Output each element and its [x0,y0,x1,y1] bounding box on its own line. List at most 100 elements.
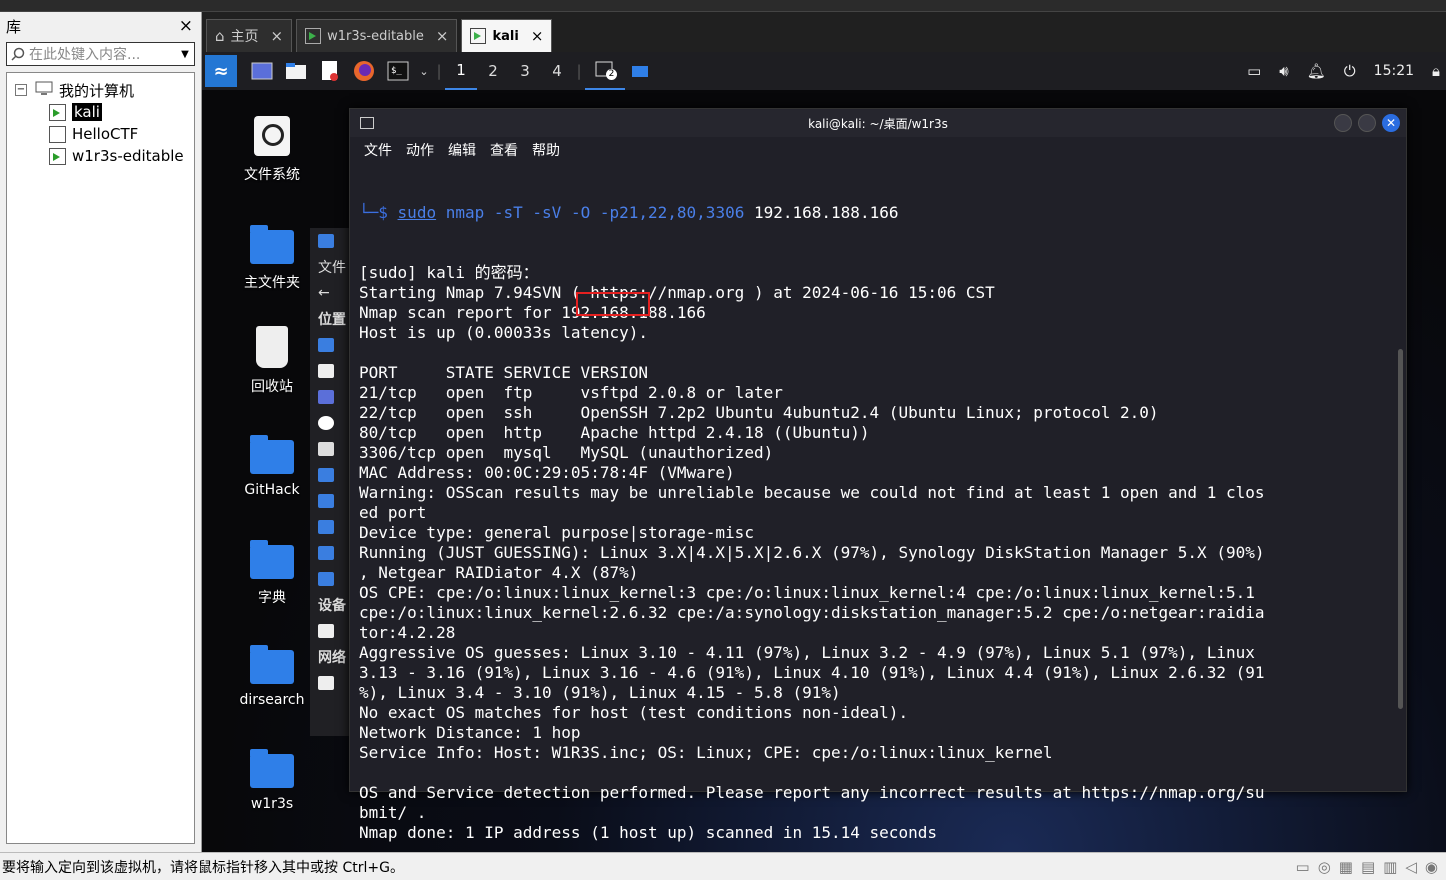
tree-item-helloctf[interactable]: HelloCTF [7,123,194,145]
close-button[interactable]: ✕ [1382,114,1400,132]
desktop-icon-label: GitHack [244,482,300,498]
desktop-icon-filesystem[interactable]: 文件系统 [222,116,322,184]
usb-icon[interactable]: ▤ [1361,858,1375,876]
desktop-icon-dict[interactable]: 字典 [222,540,322,607]
library-search-input[interactable]: 在此处键入内容... ▼ [6,42,195,66]
kali-menu-icon[interactable]: ≈ [205,55,237,87]
computer-icon [35,81,53,100]
clock[interactable]: 15:21 [1374,63,1414,79]
desktop-icon-w1r3s[interactable]: w1r3s [222,749,322,812]
menu-help[interactable]: 帮助 [532,140,560,160]
volume-icon[interactable]: 🔊︎ [1279,62,1288,80]
terminal-output[interactable]: └─$ sudo nmap -sT -sV -O -p21,22,80,3306… [350,163,1406,852]
chevron-down-icon[interactable]: ⌄ [415,52,433,90]
output-line: OS CPE: cpe:/o:linux:linux_kernel:3 cpe:… [359,583,1255,602]
output-line: Nmap done: 1 IP address (1 host up) scan… [359,823,937,842]
fm-place-item[interactable] [310,462,352,488]
tab-kali[interactable]: kali × [461,19,553,52]
cdrom-icon[interactable]: ◎ [1318,858,1331,876]
output-line: No exact OS matches for host (test condi… [359,703,909,722]
close-icon[interactable]: × [271,27,284,45]
fm-place-item[interactable] [310,514,352,540]
chevron-down-icon[interactable]: ▼ [176,49,194,60]
display-icon[interactable]: ▭ [1247,62,1261,80]
menu-edit[interactable]: 编辑 [448,140,476,160]
output-line: Network Distance: 1 hop [359,723,581,742]
taskbar-folder-button[interactable] [625,52,655,90]
fm-device-item[interactable] [310,618,352,644]
printer-icon[interactable]: ▥ [1383,858,1397,876]
fm-place-item[interactable] [310,384,352,410]
tree-item-kali[interactable]: kali [7,101,194,123]
terminal-icon [360,117,374,129]
terminal-window[interactable]: kali@kali: ~/桌面/w1r3s ✕ 文件 动作 编辑 查看 帮助 └… [349,108,1407,842]
desktop-icon-home[interactable]: 主文件夹 [222,225,322,292]
lock-icon[interactable]: 🔒︎ [1432,62,1440,80]
output-line: cpe:/o:linux:linux_kernel:2.6.32 cpe:/a:… [359,603,1265,622]
workspace-3[interactable]: 3 [509,52,541,90]
fm-place-item[interactable] [310,566,352,592]
tab-label: w1r3s-editable [327,28,424,44]
tree-item-w1r3s[interactable]: w1r3s-editable [7,145,194,167]
sound-icon[interactable]: ◁ [1405,858,1417,876]
command-args: nmap -sT -sV -O -p21,22,80,3306 [445,203,745,222]
fm-place-item[interactable] [310,332,352,358]
folder-icon [250,645,294,684]
output-line: Service Info: Host: W1R3S.inc; OS: Linux… [359,743,1053,762]
desktop-icon-trash[interactable]: 回收站 [222,326,322,396]
desktop-icon-githack[interactable]: GitHack [222,435,322,498]
taskbar-terminal-button[interactable]: 2 [585,52,625,90]
fm-place-item[interactable] [310,540,352,566]
bell-icon[interactable]: 🔔︎ [1307,62,1326,80]
output-line: 3.13 - 3.16 (91%), Linux 3.16 - 4.6 (91%… [359,663,1265,682]
home-icon: ⌂ [215,27,225,45]
fm-place-item[interactable] [310,436,352,462]
library-panel: 库 × 在此处键入内容... ▼ − 我的计算机 kali HelloCTF w… [0,12,202,852]
minimize-button[interactable] [1334,114,1352,132]
show-desktop-icon[interactable] [245,52,279,90]
workspace-1[interactable]: 1 [445,52,477,90]
tab-home[interactable]: ⌂ 主页 × [206,19,293,52]
file-manager-icon[interactable] [279,52,313,90]
library-close-button[interactable]: × [179,16,193,36]
menu-action[interactable]: 动作 [406,140,434,160]
hdd-icon[interactable]: ▭ [1296,858,1310,876]
fm-place-item[interactable] [310,410,352,436]
tree-item-label: kali [72,103,102,121]
output-line: 3306/tcp open mysql MySQL (unauthorized) [359,443,774,462]
fm-network-item[interactable] [310,670,352,696]
back-arrow-icon[interactable]: ← [310,280,352,306]
terminal-icon[interactable]: $_ [381,52,415,90]
fm-place-item[interactable] [310,358,352,384]
vm-area: ⌂ 主页 × w1r3s-editable × kali × ≈ $_ ⌄ | … [202,12,1446,852]
power-icon[interactable]: ⏻ [1344,62,1356,80]
display-icon[interactable]: ◉ [1425,858,1438,876]
fm-place-item[interactable] [310,488,352,514]
terminal-titlebar[interactable]: kali@kali: ~/桌面/w1r3s ✕ [350,109,1406,137]
close-icon[interactable]: × [531,27,544,45]
close-icon[interactable]: × [436,27,449,45]
desktop-icon-dirsearch[interactable]: dirsearch [222,645,322,708]
trash-icon [256,326,288,368]
menu-view[interactable]: 查看 [490,140,518,160]
workspace-2[interactable]: 2 [477,52,509,90]
output-line: Starting Nmap 7.94SVN ( https://nmap.org… [359,283,995,302]
text-editor-icon[interactable] [313,52,347,90]
fm-menu-file[interactable]: 文件 [310,254,352,280]
network-icon[interactable]: ▦ [1339,858,1353,876]
tree-root[interactable]: − 我的计算机 [7,79,194,101]
task-count-badge: 2 [606,69,617,80]
home-folder-icon [250,225,294,264]
output-line: Nmap scan report for 192.168.188.166 [359,303,706,322]
tab-w1r3s[interactable]: w1r3s-editable × [296,19,458,52]
collapse-icon[interactable]: − [15,84,27,96]
menu-file[interactable]: 文件 [364,140,392,160]
firefox-icon[interactable] [347,52,381,90]
maximize-button[interactable] [1358,114,1376,132]
folder-icon [250,435,294,474]
terminal-scrollbar[interactable] [1398,349,1403,709]
workspace-4[interactable]: 4 [541,52,573,90]
output-line: MAC Address: 00:0C:29:05:78:4F (VMware) [359,463,735,482]
